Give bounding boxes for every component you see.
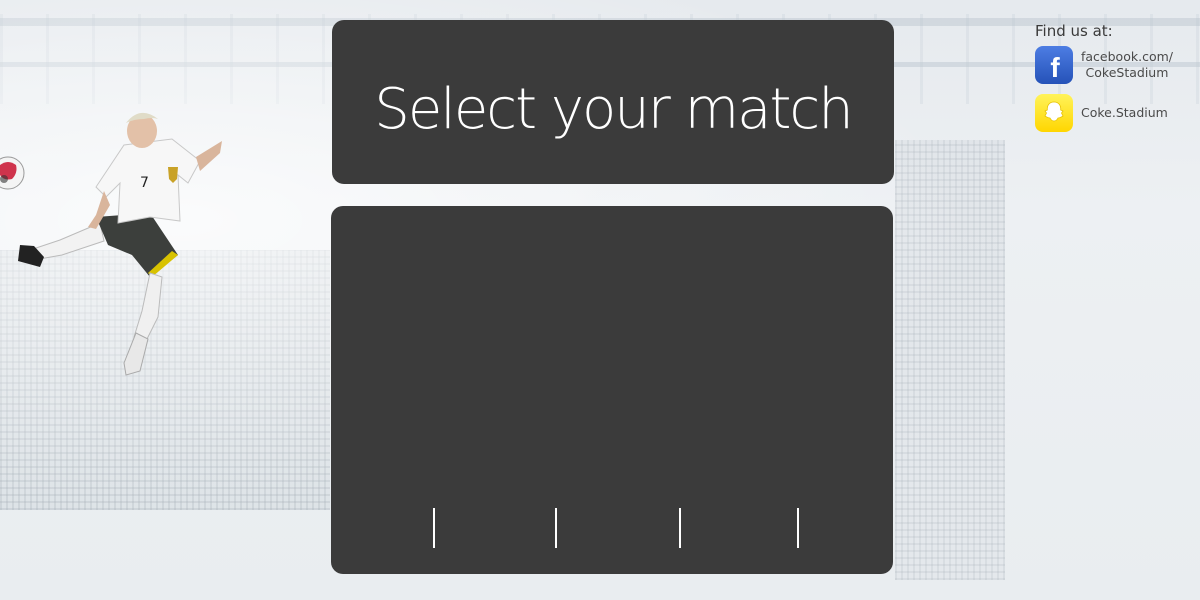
match-divider <box>555 508 557 548</box>
snapchat-icon <box>1035 94 1073 132</box>
snapchat-link[interactable]: Coke.Stadium <box>1035 93 1195 133</box>
match-selection-panel <box>331 206 893 574</box>
svg-text:7: 7 <box>140 175 149 191</box>
snapchat-username: Coke.Stadium <box>1081 105 1168 120</box>
title-panel: Select your match <box>332 20 894 184</box>
social-links: Find us at: f facebook.com/ CokeStadium … <box>1035 22 1195 141</box>
social-heading: Find us at: <box>1035 22 1113 40</box>
facebook-url-line1: facebook.com/ <box>1081 49 1173 64</box>
ghost-icon <box>1044 101 1064 122</box>
facebook-url-line2: CokeStadium <box>1085 65 1169 80</box>
soccer-ball-icon <box>0 156 25 190</box>
match-divider <box>433 508 435 548</box>
match-divider <box>679 508 681 548</box>
facebook-icon: f <box>1035 46 1073 84</box>
soccer-player-illustration: 7 <box>0 112 222 376</box>
page-title: Select your match <box>374 77 853 142</box>
facebook-link[interactable]: f facebook.com/ CokeStadium <box>1035 45 1195 85</box>
facebook-label: facebook.com/ CokeStadium <box>1081 49 1173 81</box>
snapchat-label: Coke.Stadium <box>1081 105 1168 121</box>
match-divider <box>797 508 799 548</box>
